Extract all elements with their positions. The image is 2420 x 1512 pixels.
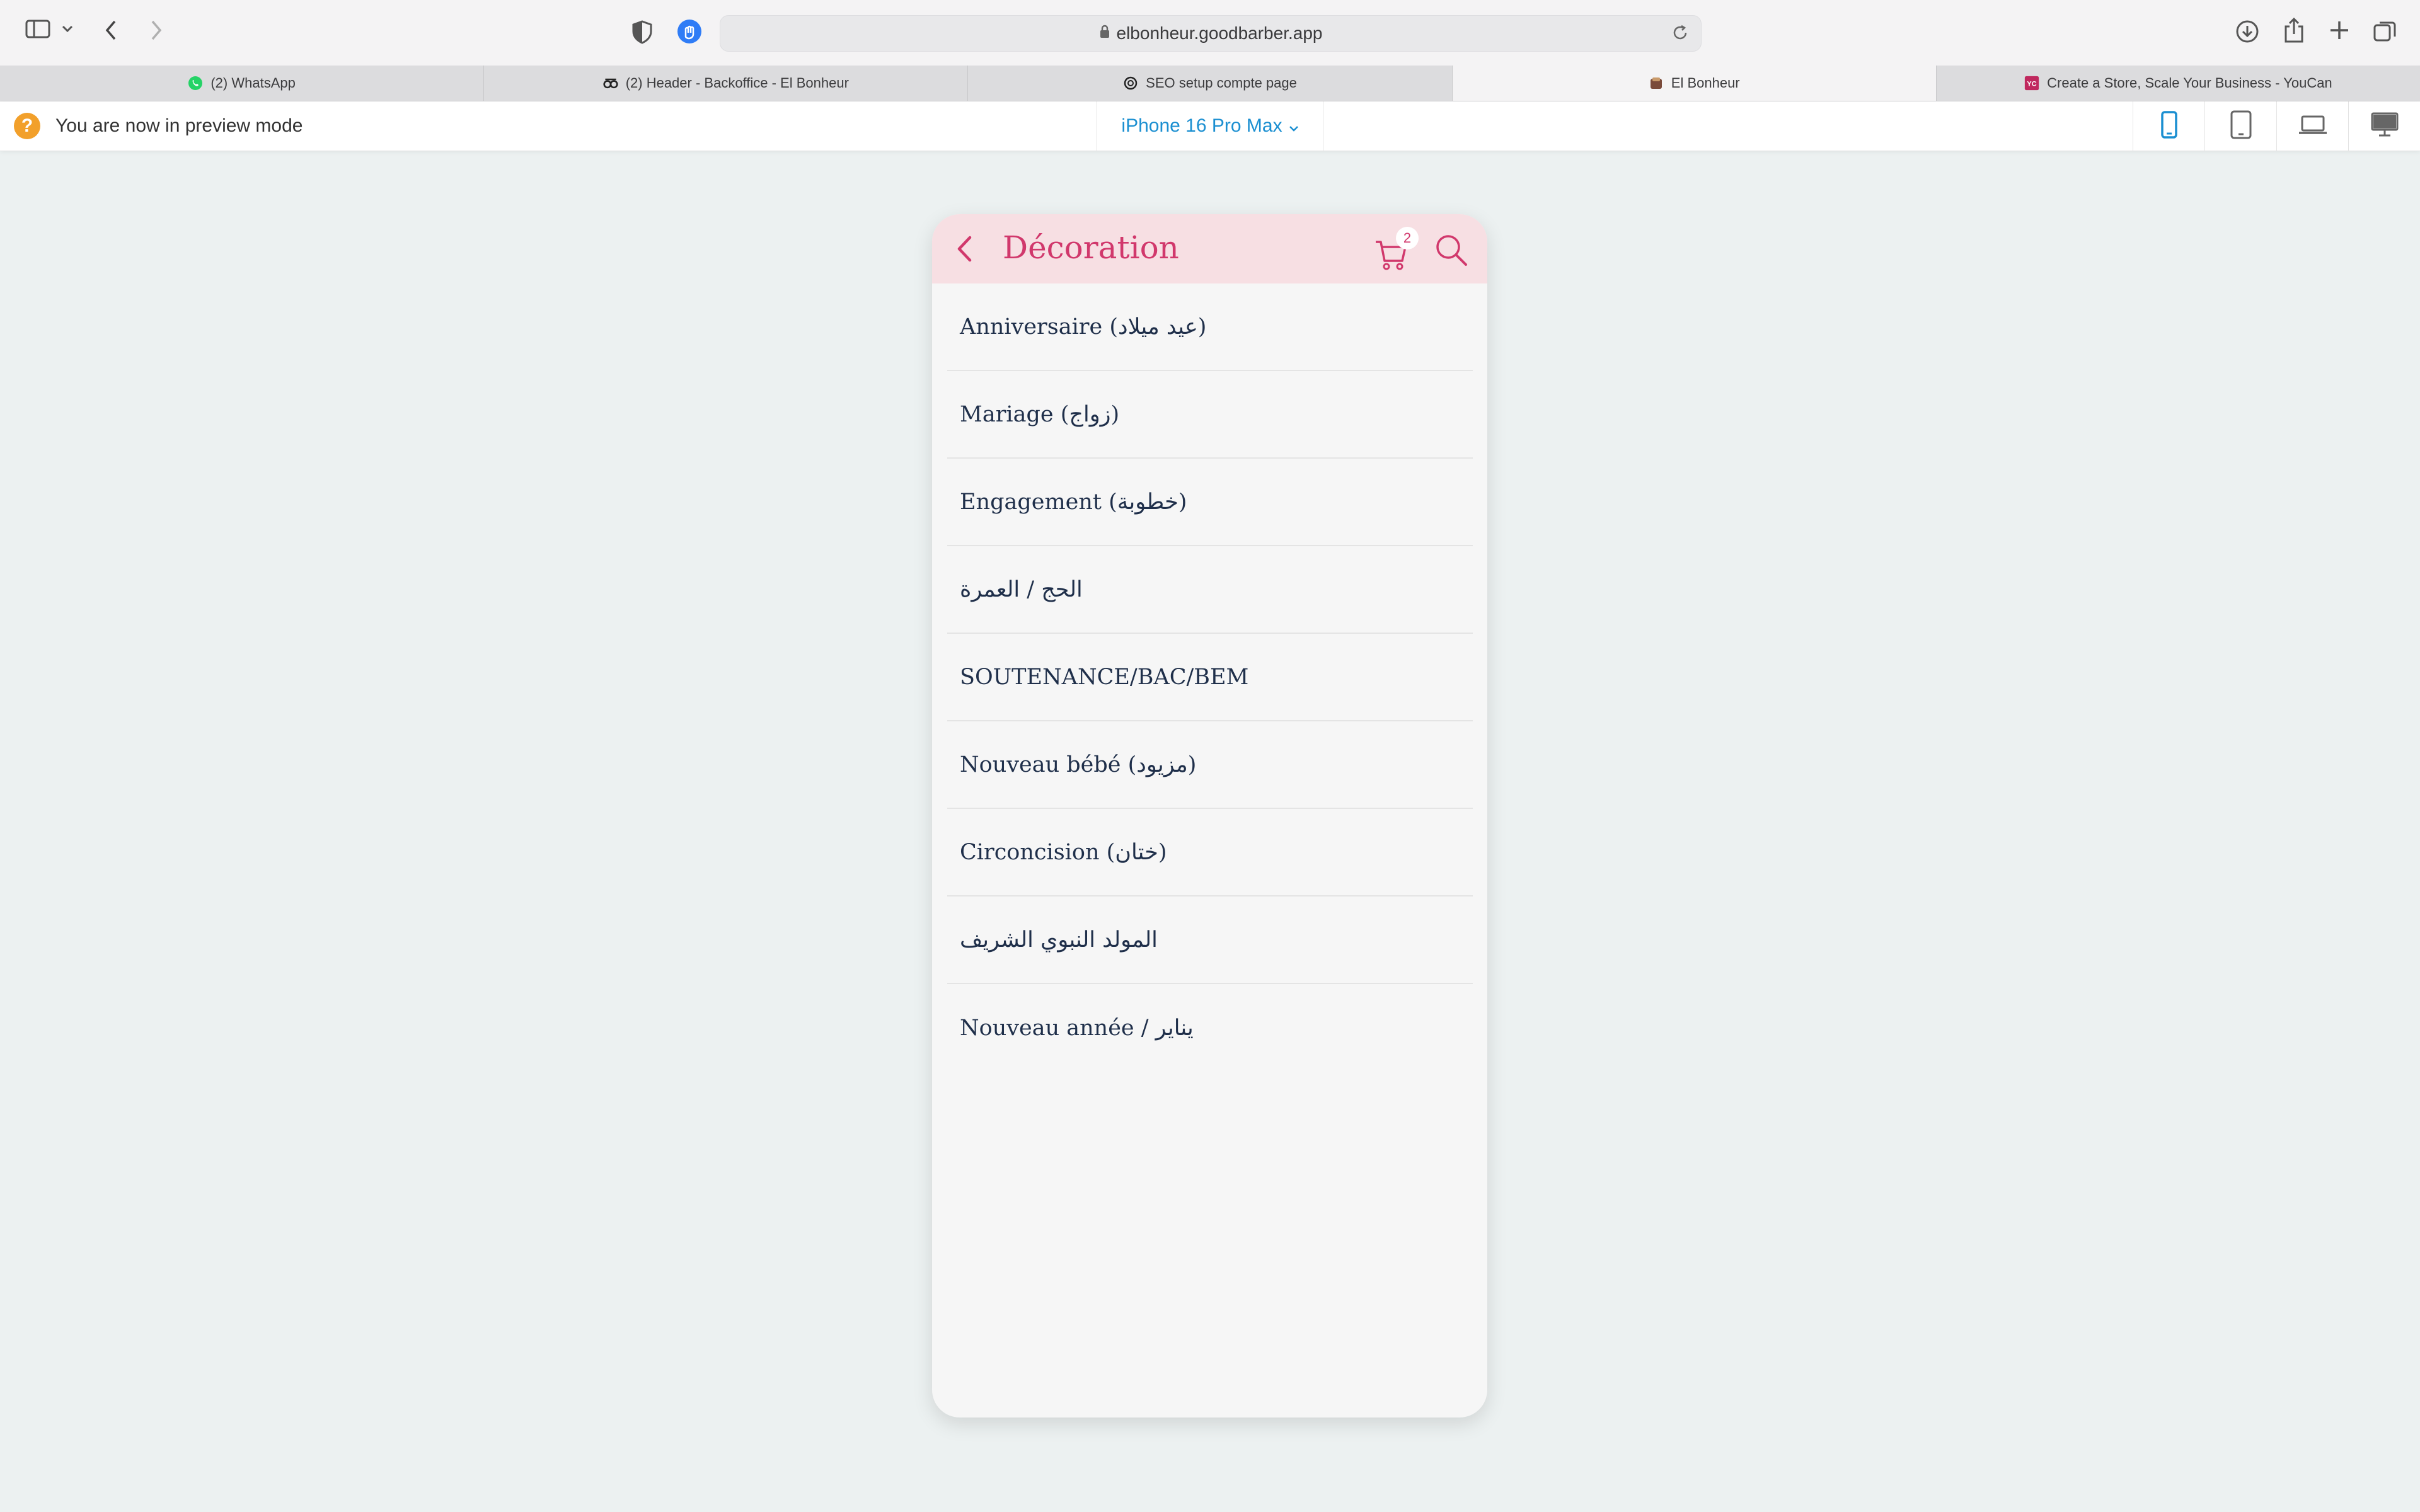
list-item-label: SOUTENANCE/BAC/BEM xyxy=(960,664,1249,690)
list-item-label: Circoncision (ختان) xyxy=(960,839,1167,865)
device-name: iPhone 16 Pro Max xyxy=(1121,115,1282,136)
cart-count-badge: 2 xyxy=(1396,227,1419,249)
list-item-label: الحج / العمرة xyxy=(960,576,1083,602)
tab-label: Create a Store, Scale Your Business - Yo… xyxy=(2047,75,2332,91)
youcan-icon: YC xyxy=(2024,76,2039,91)
list-item[interactable]: الحج / العمرة xyxy=(947,546,1473,634)
downloads-icon[interactable] xyxy=(2235,19,2260,44)
list-item[interactable]: يناير / Nouveau année xyxy=(947,984,1473,1072)
browser-toolbar: elbonheur.goodbarber.app xyxy=(0,0,2420,66)
new-tab-icon[interactable] xyxy=(2328,19,2351,42)
share-icon[interactable] xyxy=(2283,16,2305,44)
back-arrow-icon[interactable] xyxy=(103,19,118,42)
sidebar-toggle-icon[interactable] xyxy=(25,19,50,39)
elbonheur-icon xyxy=(1649,76,1664,91)
device-buttons xyxy=(2133,101,2420,151)
list-item-label: Mariage (زواج) xyxy=(960,401,1120,427)
tab-overview-icon[interactable] xyxy=(2372,19,2397,44)
search-icon[interactable] xyxy=(1434,233,1468,270)
back-icon[interactable] xyxy=(954,234,976,266)
url-text: elbonheur.goodbarber.app xyxy=(1116,23,1323,43)
list-item[interactable]: SOUTENANCE/BAC/BEM xyxy=(947,634,1473,721)
desktop-device-button[interactable] xyxy=(2348,101,2420,151)
tab-label: (2) Header - Backoffice - El Bonheur xyxy=(625,75,849,91)
address-bar[interactable]: elbonheur.goodbarber.app xyxy=(720,15,1702,52)
tab-el-bonheur[interactable]: El Bonheur xyxy=(1452,66,1937,101)
preview-notice: ? You are now in preview mode xyxy=(14,113,302,139)
tab-backoffice[interactable]: (2) Header - Backoffice - El Bonheur xyxy=(484,66,969,101)
list-item[interactable]: Circoncision (ختان) xyxy=(947,809,1473,896)
privacy-shield-icon[interactable] xyxy=(631,20,653,44)
list-item[interactable]: المولد النبوي الشريف xyxy=(947,896,1473,984)
chevron-down-icon[interactable] xyxy=(62,25,73,33)
reload-icon[interactable] xyxy=(1671,23,1690,47)
list-item[interactable]: Nouveau bébé (مزيود) xyxy=(947,721,1473,809)
help-icon[interactable]: ? xyxy=(14,113,40,139)
tab-whatsapp[interactable]: (2) WhatsApp xyxy=(0,66,485,101)
phone-device-button[interactable] xyxy=(2133,101,2204,151)
chevron-down-icon xyxy=(1289,115,1299,137)
list-item-label: المولد النبوي الشريف xyxy=(960,927,1158,953)
app-header: Décoration 2 xyxy=(932,214,1487,284)
device-selector[interactable]: iPhone 16 Pro Max xyxy=(1097,101,1323,151)
page-title: Décoration xyxy=(1003,229,1179,266)
chatgpt-icon xyxy=(1123,76,1138,91)
whatsapp-icon xyxy=(188,76,203,91)
category-list: Anniversaire (عيد ميلاد) Mariage (زواج) … xyxy=(947,284,1473,1072)
forward-arrow-icon[interactable] xyxy=(149,19,164,42)
list-item[interactable]: Engagement (خطوبة) xyxy=(947,459,1473,546)
tablet-icon xyxy=(2230,110,2252,142)
svg-text:YC: YC xyxy=(2027,80,2036,88)
preview-bar: ? You are now in preview mode iPhone 16 … xyxy=(0,101,2420,151)
tablet-device-button[interactable] xyxy=(2204,101,2276,151)
laptop-device-button[interactable] xyxy=(2276,101,2348,151)
tab-label: SEO setup compte page xyxy=(1146,75,1297,91)
list-item-label: Anniversaire (عيد ميلاد) xyxy=(960,314,1207,340)
tab-label: El Bonheur xyxy=(1671,75,1740,91)
desktop-icon xyxy=(2370,112,2399,141)
list-item-label: Nouveau bébé (مزيود) xyxy=(960,752,1197,777)
goodbarber-icon xyxy=(603,76,618,91)
preview-notice-text: You are now in preview mode xyxy=(55,115,303,136)
extension-icon[interactable] xyxy=(677,19,702,44)
phone-preview: Décoration 2 Anniversaire (عيد ميلاد) Ma… xyxy=(932,214,1487,1418)
laptop-icon xyxy=(2298,114,2328,139)
list-item-label: Engagement (خطوبة) xyxy=(960,489,1187,515)
phone-icon xyxy=(2160,110,2178,142)
tab-seo[interactable]: SEO setup compte page xyxy=(968,66,1453,101)
tab-youcan[interactable]: YC Create a Store, Scale Your Business -… xyxy=(1937,66,2420,101)
lock-icon xyxy=(1099,23,1110,43)
list-item-label: يناير / Nouveau année xyxy=(960,1015,1194,1041)
tab-label: (2) WhatsApp xyxy=(210,75,296,91)
list-item[interactable]: Anniversaire (عيد ميلاد) xyxy=(947,284,1473,371)
tab-bar: (2) WhatsApp (2) Header - Backoffice - E… xyxy=(0,66,2420,101)
list-item[interactable]: Mariage (زواج) xyxy=(947,371,1473,459)
